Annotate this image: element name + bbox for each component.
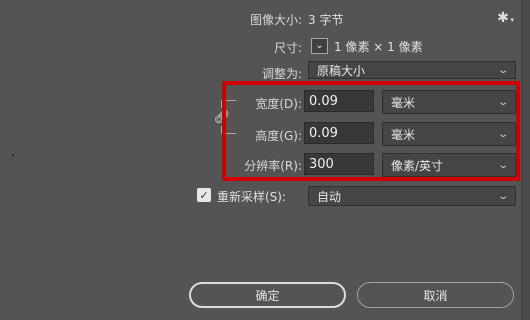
gear-icon: ✱ [497, 10, 509, 26]
image-size-label: 图像大小: [249, 13, 302, 27]
width-input[interactable]: 0.09 [304, 90, 374, 112]
fit-to-select[interactable]: 原稿大小 ⌄ [308, 61, 516, 79]
settings-gear-button[interactable]: ✱ ▾ [494, 9, 514, 27]
dimensions-toggle-button[interactable]: ⌄ [311, 38, 328, 54]
resample-label: 重新采样(S): [217, 190, 287, 204]
checkmark-icon: ✓ [199, 188, 209, 202]
ok-button[interactable]: 确定 [189, 282, 346, 308]
resolution-unit-select[interactable]: 像素/英寸 ⌄ [382, 153, 516, 177]
dimensions-value: 1 像素 × 1 像素 [334, 40, 423, 54]
chevron-down-icon: ⌄ [496, 64, 509, 76]
gear-dropdown-caret-icon: ▾ [510, 16, 514, 24]
fit-to-label: 调整为: [261, 67, 302, 81]
resample-checkbox[interactable]: ✓ [197, 188, 211, 202]
height-input[interactable]: 0.09 [304, 122, 374, 144]
resolution-unit-value: 像素/英寸 [391, 158, 444, 173]
resample-value: 自动 [317, 189, 342, 204]
resolution-label: 分辨率(R): [244, 159, 302, 173]
height-unit-select[interactable]: 毫米 ⌄ [382, 122, 516, 146]
chevron-down-icon: ⌄ [496, 190, 509, 202]
width-label: 宽度(D): [255, 97, 302, 111]
chevron-down-icon: ⌄ [496, 159, 509, 171]
height-label: 高度(G): [255, 129, 302, 143]
chevron-down-icon: ⌄ [496, 128, 509, 140]
width-unit-value: 毫米 [391, 95, 416, 110]
dimensions-label: 尺寸: [273, 41, 302, 55]
chevron-down-icon: ⌄ [496, 96, 509, 108]
dialog-edge-strip [521, 0, 530, 320]
cancel-button[interactable]: 取消 [357, 282, 514, 308]
fit-to-value: 原稿大小 [317, 63, 366, 78]
background-dot [12, 154, 14, 156]
width-unit-select[interactable]: 毫米 ⌄ [382, 90, 516, 114]
image-size-value: 3 字节 [308, 13, 344, 27]
chevron-down-icon: ⌄ [315, 40, 324, 51]
resolution-input[interactable]: 300 [304, 153, 374, 175]
height-unit-value: 毫米 [391, 127, 416, 142]
resample-select[interactable]: 自动 ⌄ [308, 186, 516, 206]
